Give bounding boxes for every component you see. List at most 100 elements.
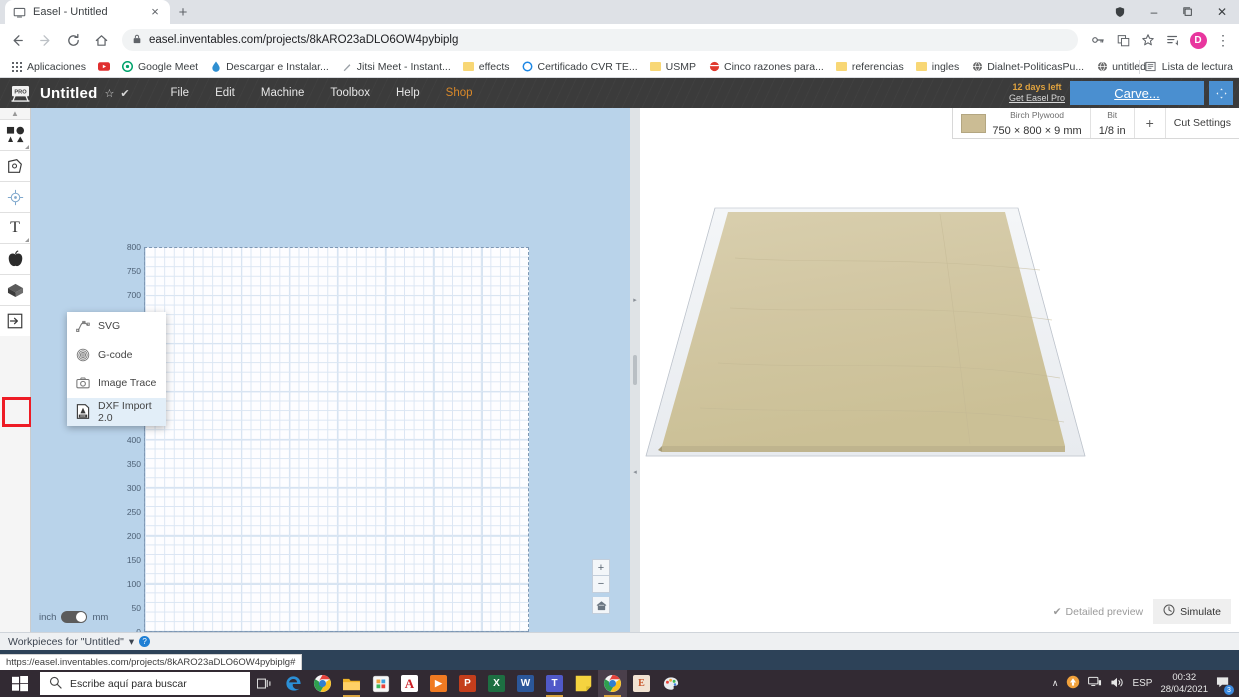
shield-icon[interactable] [1103, 0, 1137, 24]
avatar[interactable]: D [1186, 28, 1210, 52]
clock[interactable]: 00:32 28/04/2021 [1160, 672, 1208, 695]
zoom-in-button[interactable]: + [592, 559, 610, 576]
trial-status[interactable]: 12 days left Get Easel Pro [1009, 82, 1065, 105]
text-tool[interactable]: T [0, 212, 30, 243]
home-button[interactable] [88, 27, 114, 53]
bookmark-item[interactable]: Certificado CVR TE... [517, 59, 643, 75]
panel-divider[interactable]: ▸ ◂ [630, 108, 640, 632]
zoom-home-icon[interactable] [592, 597, 610, 614]
taskbar-app-paint[interactable] [656, 670, 685, 697]
bookmark-item[interactable]: Jitsi Meet - Instant... [336, 59, 456, 75]
shapes-tool[interactable] [0, 119, 30, 150]
bookmark-item[interactable]: Descargar e Instalar... [205, 59, 334, 75]
close-icon[interactable]: × [148, 5, 162, 19]
crosshair-icon[interactable] [0, 181, 30, 212]
bookmark-item[interactable]: ingles [911, 59, 964, 75]
bookmark-item[interactable]: Aplicaciones [6, 59, 91, 75]
new-tab-button[interactable]: + [170, 0, 196, 24]
fullscreen-button[interactable] [1209, 81, 1233, 105]
help-icon[interactable]: ? [139, 636, 151, 647]
forward-button[interactable] [32, 27, 58, 53]
bookmark-item[interactable] [93, 59, 115, 75]
taskbar-app-chrome-active[interactable] [598, 670, 627, 697]
taskbar-app-edge[interactable] [279, 670, 308, 697]
pen-tool[interactable] [0, 150, 30, 181]
taskbar-app-acrobat[interactable]: A [395, 670, 424, 697]
design-canvas[interactable]: 0501001502002503003504004505005506006507… [31, 108, 630, 632]
import-tool[interactable] [0, 305, 30, 336]
menu-item-machine[interactable]: Machine [248, 87, 317, 99]
taskbar-app-chrome[interactable] [308, 670, 337, 697]
taskbar-app-excel[interactable]: X [482, 670, 511, 697]
bookmark-item[interactable]: Dialnet-PoliticasPu... [966, 59, 1089, 75]
task-view-button[interactable] [250, 670, 279, 697]
taskbar-app-powerpoint[interactable]: P [453, 670, 482, 697]
address-bar[interactable]: easel.inventables.com/projects/8kARO23aD… [122, 29, 1078, 51]
work-area-grid[interactable] [144, 247, 529, 632]
menu-item-edit[interactable]: Edit [202, 87, 248, 99]
reading-list-entry[interactable]: Lista de lectura [1138, 59, 1233, 74]
translate-icon[interactable] [1111, 28, 1135, 52]
chrome-menu-button[interactable]: ⋮ [1211, 28, 1235, 52]
unit-switch[interactable] [61, 611, 88, 623]
close-window-button[interactable]: ✕ [1205, 0, 1239, 24]
menu-item-dxf-import[interactable]: DXF DXF Import 2.0 [67, 397, 166, 426]
taskbar-app-file-explorer[interactable] [337, 670, 366, 697]
zoom-out-button[interactable]: − [592, 576, 610, 593]
bookmark-item[interactable]: USMP [645, 59, 701, 75]
bookmark-item[interactable]: Google Meet [117, 59, 203, 75]
carve-button[interactable]: Carve... [1070, 81, 1204, 105]
menu-item-image-trace[interactable]: Image Trace [67, 369, 166, 398]
browser-tab[interactable]: Easel - Untitled × [5, 0, 170, 24]
units-toggle[interactable]: inch mm [39, 611, 108, 623]
3d-preview-panel[interactable]: Birch Plywood 750 × 800 × 9 mm Bit 1/8 i… [640, 108, 1239, 632]
menu-item-svg[interactable]: SVG [67, 312, 166, 341]
star-icon[interactable]: ☆ [104, 87, 114, 100]
tray-expand-icon[interactable]: ∧ [1052, 678, 1059, 689]
simulate-button[interactable]: Simulate [1153, 599, 1231, 624]
bookmark-item[interactable]: effects [458, 59, 515, 75]
taskbar-app-media-player[interactable]: ▶ [424, 670, 453, 697]
material-3d-board[interactable] [640, 148, 1239, 592]
apps-tool[interactable] [0, 243, 30, 274]
taskbar-app-easel[interactable]: E [627, 670, 656, 697]
taskbar-app-teams[interactable]: T [540, 670, 569, 697]
objects-tool[interactable] [0, 274, 30, 305]
bookmark-item[interactable]: referencias [831, 59, 909, 75]
project-title[interactable]: Untitled [40, 85, 97, 102]
menu-item-file[interactable]: File [158, 87, 203, 99]
menu-item-shop[interactable]: Shop [433, 87, 486, 99]
chevron-down-icon[interactable]: ▾ [129, 636, 134, 648]
easel-pro-logo[interactable]: PRO [0, 85, 40, 102]
taskbar-app-sticky-notes[interactable] [569, 670, 598, 697]
add-bit-button[interactable]: + [1135, 108, 1166, 138]
rail-collapse-icon[interactable]: ▲ [0, 108, 30, 119]
key-icon[interactable] [1086, 28, 1110, 52]
update-icon[interactable] [1066, 675, 1080, 692]
divider-grip[interactable] [633, 355, 637, 385]
volume-icon[interactable] [1110, 676, 1124, 692]
reload-button[interactable] [60, 27, 86, 53]
menu-item-toolbox[interactable]: Toolbox [317, 87, 383, 99]
menu-item-help[interactable]: Help [383, 87, 433, 99]
cut-settings-button[interactable]: Cut Settings [1166, 108, 1239, 138]
get-easel-pro-link[interactable]: Get Easel Pro [1009, 93, 1065, 104]
material-selector[interactable]: Birch Plywood 750 × 800 × 9 mm [953, 108, 1091, 138]
detailed-preview-toggle[interactable]: ✔ Detailed preview [1053, 606, 1143, 618]
maximize-button[interactable] [1171, 0, 1205, 24]
chevron-left-icon[interactable]: ◂ [633, 468, 637, 476]
network-icon[interactable] [1088, 676, 1102, 692]
menu-item-gcode[interactable]: G-code [67, 341, 166, 370]
start-button[interactable] [0, 670, 40, 697]
minimize-button[interactable]: – [1137, 0, 1171, 24]
taskbar-app-word[interactable]: W [511, 670, 540, 697]
chevron-right-icon[interactable]: ▸ [633, 296, 637, 304]
bookmark-item[interactable]: Cinco razones para... [703, 59, 829, 75]
bit-selector[interactable]: Bit 1/8 in [1091, 108, 1135, 138]
reading-list-icon[interactable] [1161, 28, 1185, 52]
language-indicator[interactable]: ESP [1132, 678, 1152, 689]
search-input[interactable]: Escribe aquí para buscar [40, 672, 250, 695]
taskbar-app-microsoft-store[interactable] [366, 670, 395, 697]
notification-icon[interactable]: 3 [1216, 675, 1234, 695]
star-icon[interactable] [1136, 28, 1160, 52]
